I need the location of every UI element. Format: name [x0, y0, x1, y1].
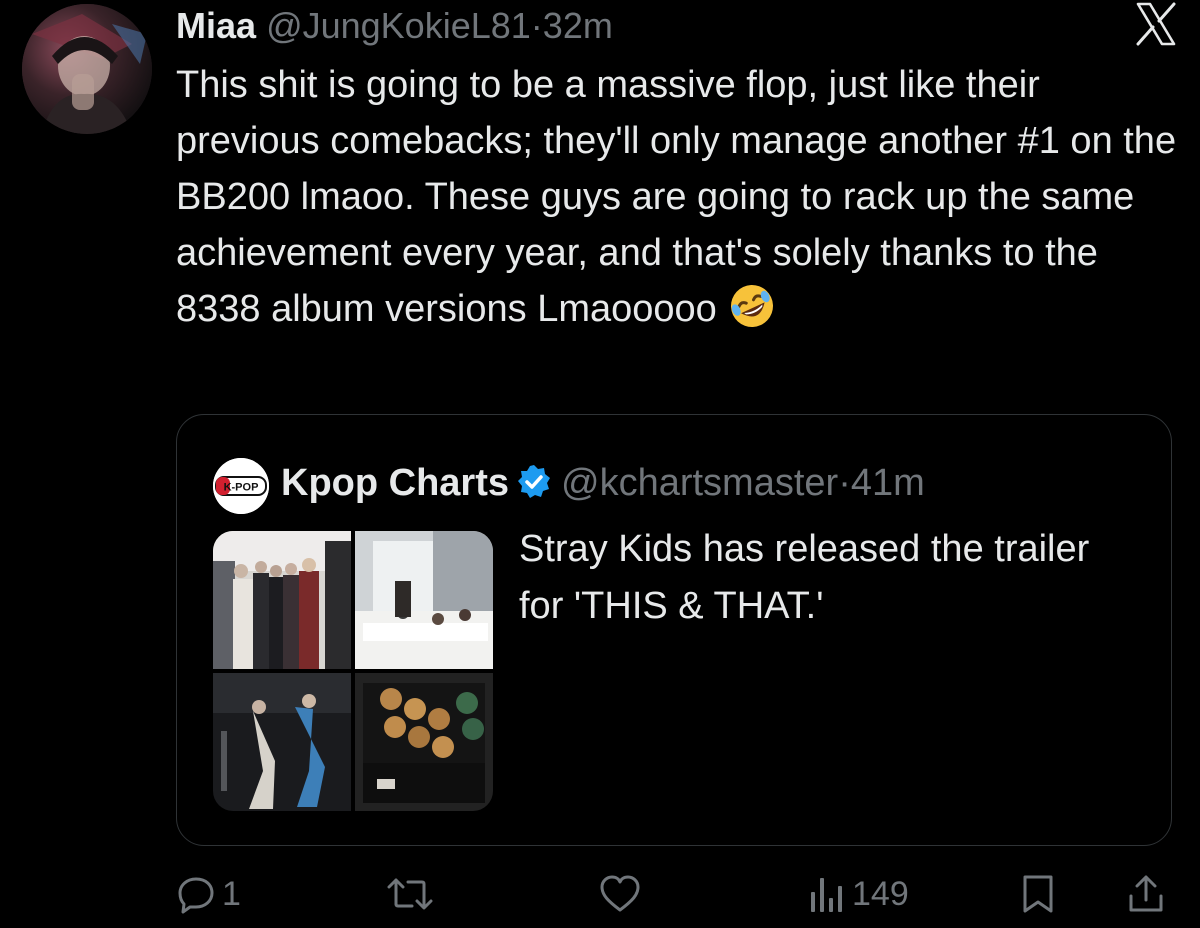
quoted-separator: · [838, 462, 851, 504]
retweet-button[interactable] [386, 874, 434, 914]
author-handle[interactable]: @JungKokieL81 [266, 5, 531, 46]
quoted-author-handle[interactable]: @kchartsmaster [561, 462, 838, 504]
media-photo-1[interactable] [213, 531, 351, 669]
quoted-tweet-text: Stray Kids has released the trailer for … [519, 528, 1090, 627]
action-bar: 1 149 [0, 866, 1200, 928]
quoted-tweet-card[interactable]: K-POP Kpop Charts @kchartsmaster·41m Str… [176, 414, 1172, 846]
media-photo-3[interactable] [213, 673, 351, 811]
tweet-text: This shit is going to be a massive flop,… [176, 57, 1186, 337]
rolling-laughing-emoji-icon [731, 285, 774, 327]
tweet-time[interactable]: 32m [543, 5, 613, 46]
quoted-header: Kpop Charts @kchartsmaster·41m [281, 459, 925, 507]
retweet-icon [387, 878, 433, 910]
kpop-logo-icon: K-POP [213, 458, 269, 514]
tweet: Miaa @JungKokieL81·32m This shit is goin… [0, 0, 1200, 928]
author-avatar[interactable] [22, 4, 152, 134]
media-photos [213, 531, 493, 811]
tweet-text-content: This shit is going to be a massive flop,… [176, 64, 1177, 330]
views-button[interactable]: 149 [808, 874, 909, 914]
heart-icon [600, 875, 640, 912]
bookmark-icon [1023, 875, 1053, 913]
views-icon [811, 878, 842, 912]
share-button[interactable] [1126, 874, 1166, 914]
quoted-time[interactable]: 41m [851, 462, 925, 504]
quoted-avatar[interactable]: K-POP [213, 458, 269, 514]
quoted-avatar-text: K-POP [224, 482, 259, 494]
author-name[interactable]: Miaa [176, 5, 256, 46]
tweet-header: Miaa @JungKokieL81·32m [176, 4, 613, 48]
avatar-photo [22, 4, 152, 134]
media-photo-4[interactable] [355, 673, 493, 811]
x-logo-icon [1136, 2, 1176, 46]
media-photo-2[interactable] [355, 531, 493, 669]
bookmark-button[interactable] [1020, 874, 1056, 914]
verified-badge-icon [518, 465, 550, 498]
header-separator: · [530, 5, 543, 46]
quoted-author-name[interactable]: Kpop Charts [281, 462, 509, 504]
reply-count: 1 [222, 874, 241, 913]
reply-icon [178, 877, 214, 914]
views-count: 149 [852, 874, 909, 913]
share-icon [1129, 875, 1163, 912]
reply-button[interactable]: 1 [176, 874, 241, 914]
quoted-media-grid[interactable] [213, 531, 493, 811]
like-button[interactable] [598, 874, 642, 914]
